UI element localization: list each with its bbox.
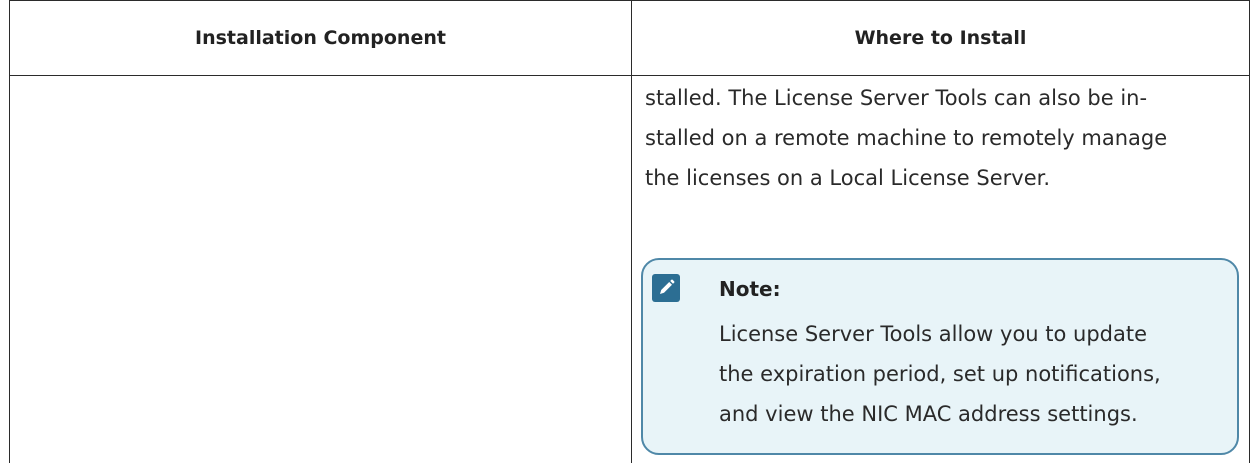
note-body-line: and view the NIC MAC address settings. [719,402,1138,426]
note-callout: Note: License Server Tools allow you to … [641,258,1239,455]
header-where-to-install: Where to Install [854,26,1027,49]
table-header-divider [9,75,1250,76]
header-installation-component: Installation Component [195,26,446,49]
where-to-install-line: the licenses on a Local License Server. [645,166,1050,190]
where-to-install-line: stalled on a remote machine to remotely … [645,126,1168,150]
install-table: Installation Component Where to Install … [0,0,1250,463]
installation-component-cell [20,88,620,108]
note-title: Note: [719,277,781,301]
where-to-install-cell: stalled. The License Server Tools can al… [645,78,1235,198]
pencil-note-icon [652,274,680,302]
note-body-line: the expiration period, set up notificati… [719,362,1161,386]
where-to-install-line: stalled. The License Server Tools can al… [645,86,1148,110]
note-body: License Server Tools allow you to update… [719,314,1234,434]
note-body-line: License Server Tools allow you to update [719,322,1148,346]
